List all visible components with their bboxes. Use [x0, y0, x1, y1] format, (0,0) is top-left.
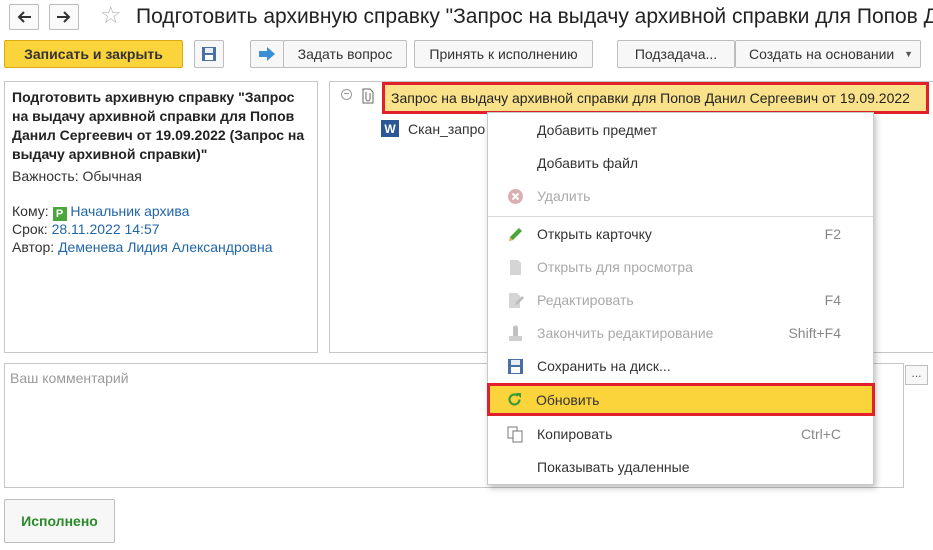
- stamp-icon: [509, 325, 522, 341]
- pencil-icon: [509, 228, 522, 241]
- context-menu: Добавить предмет Добавить файл Удалить О…: [487, 112, 875, 485]
- comment-more-button[interactable]: ...: [905, 365, 928, 385]
- delete-icon: [508, 189, 523, 204]
- arrow-right-icon: [57, 11, 71, 23]
- subtask-button[interactable]: Подзадача...: [617, 40, 735, 68]
- menu-item-label: Сохранить на диск...: [537, 358, 671, 374]
- menu-item-open-card[interactable]: Открыть карточку F2: [488, 218, 873, 250]
- menu-item-shortcut: F4: [824, 292, 841, 308]
- menu-item-label: Закончить редактирование: [537, 325, 714, 341]
- window-title: Подготовить архивную справку "Запрос на …: [136, 5, 933, 28]
- menu-item-shortcut: Ctrl+C: [800, 426, 841, 442]
- task-heading: Подготовить архивную справку "Запрос на …: [12, 89, 305, 162]
- menu-item-label: Обновить: [536, 391, 600, 408]
- menu-separator: [488, 216, 873, 217]
- author-link[interactable]: Деменева Лидия Александровна: [58, 239, 272, 255]
- menu-item-add-file[interactable]: Добавить файл: [488, 147, 873, 179]
- menu-item-copy[interactable]: Копировать Ctrl+C: [488, 418, 873, 450]
- menu-item-label: Добавить предмет: [537, 122, 658, 138]
- collapse-toggle-icon[interactable]: −: [341, 89, 352, 100]
- menu-item-shortcut: F2: [824, 226, 841, 242]
- recipient-link[interactable]: Начальник архива: [70, 203, 189, 219]
- task-details-panel: Подготовить архивную справку "Запрос на …: [4, 81, 318, 353]
- edit-document-icon: [509, 293, 524, 308]
- menu-item-label: Редактировать: [537, 292, 634, 308]
- recipient-label: Кому:: [12, 203, 49, 219]
- recipient-row: Кому: P Начальник архива: [12, 203, 189, 221]
- accept-button[interactable]: Принять к исполнению: [414, 40, 593, 68]
- ask-question-button[interactable]: Задать вопрос: [283, 40, 407, 68]
- deadline-label: Срок:: [12, 221, 48, 237]
- deadline-row: Срок: 28.11.2022 14:57: [12, 221, 160, 237]
- menu-item-label: Показывать удаленные: [537, 459, 690, 475]
- menu-item-delete[interactable]: Удалить: [488, 180, 873, 212]
- floppy-disk-icon: [202, 47, 216, 61]
- menu-item-refresh[interactable]: Обновить: [487, 383, 875, 416]
- importance-row: Важность: Обычная: [12, 168, 142, 184]
- svg-text:W: W: [384, 122, 396, 136]
- menu-item-show-deleted[interactable]: Показывать удаленные: [488, 451, 873, 483]
- save-and-close-button[interactable]: Записать и закрыть: [4, 40, 183, 68]
- role-icon: P: [52, 207, 67, 221]
- menu-item-edit[interactable]: Редактировать F4: [488, 284, 873, 316]
- menu-item-save-to-disk[interactable]: Сохранить на диск...: [488, 350, 873, 382]
- back-button[interactable]: [9, 4, 39, 30]
- dropdown-arrow-icon: ▼: [904, 49, 913, 59]
- send-button[interactable]: [250, 40, 284, 68]
- arrow-right-blue-icon: [259, 47, 275, 61]
- document-view-icon: [510, 260, 521, 275]
- importance-label: Важность:: [12, 168, 79, 184]
- save-disk-icon: [508, 359, 523, 374]
- menu-item-label: Открыть для просмотра: [537, 259, 693, 275]
- author-row: Автор: Деменева Лидия Александровна: [12, 239, 273, 255]
- word-document-icon: W: [381, 120, 399, 137]
- importance-value: Обычная: [82, 168, 142, 184]
- menu-item-label: Добавить файл: [537, 155, 639, 171]
- favorite-star-icon[interactable]: ☆: [100, 3, 122, 29]
- forward-button[interactable]: [49, 4, 79, 30]
- create-based-on-label: Создать на основании: [749, 46, 895, 62]
- copy-icon: [507, 426, 523, 443]
- create-based-on-button[interactable]: Создать на основании ▼: [735, 40, 921, 68]
- refresh-icon: [508, 393, 521, 406]
- done-button[interactable]: Исполнено: [4, 499, 115, 543]
- document-clip-icon: [362, 88, 374, 104]
- menu-item-add-subject[interactable]: Добавить предмет: [488, 114, 873, 146]
- save-button[interactable]: [194, 40, 224, 68]
- author-label: Автор:: [12, 239, 55, 255]
- tree-item-request[interactable]: Запрос на выдачу архивной справки для По…: [382, 82, 929, 114]
- menu-item-label: Копировать: [537, 426, 613, 442]
- menu-item-label: Открыть карточку: [537, 226, 652, 242]
- tree-item-scan[interactable]: Скан_запро: [408, 121, 485, 137]
- menu-item-finish-edit[interactable]: Закончить редактирование Shift+F4: [488, 317, 873, 349]
- menu-item-open-view[interactable]: Открыть для просмотра: [488, 251, 873, 283]
- menu-item-label: Удалить: [537, 188, 591, 204]
- menu-item-shortcut: Shift+F4: [788, 325, 841, 341]
- deadline-link[interactable]: 28.11.2022 14:57: [52, 221, 160, 237]
- arrow-left-icon: [17, 11, 31, 23]
